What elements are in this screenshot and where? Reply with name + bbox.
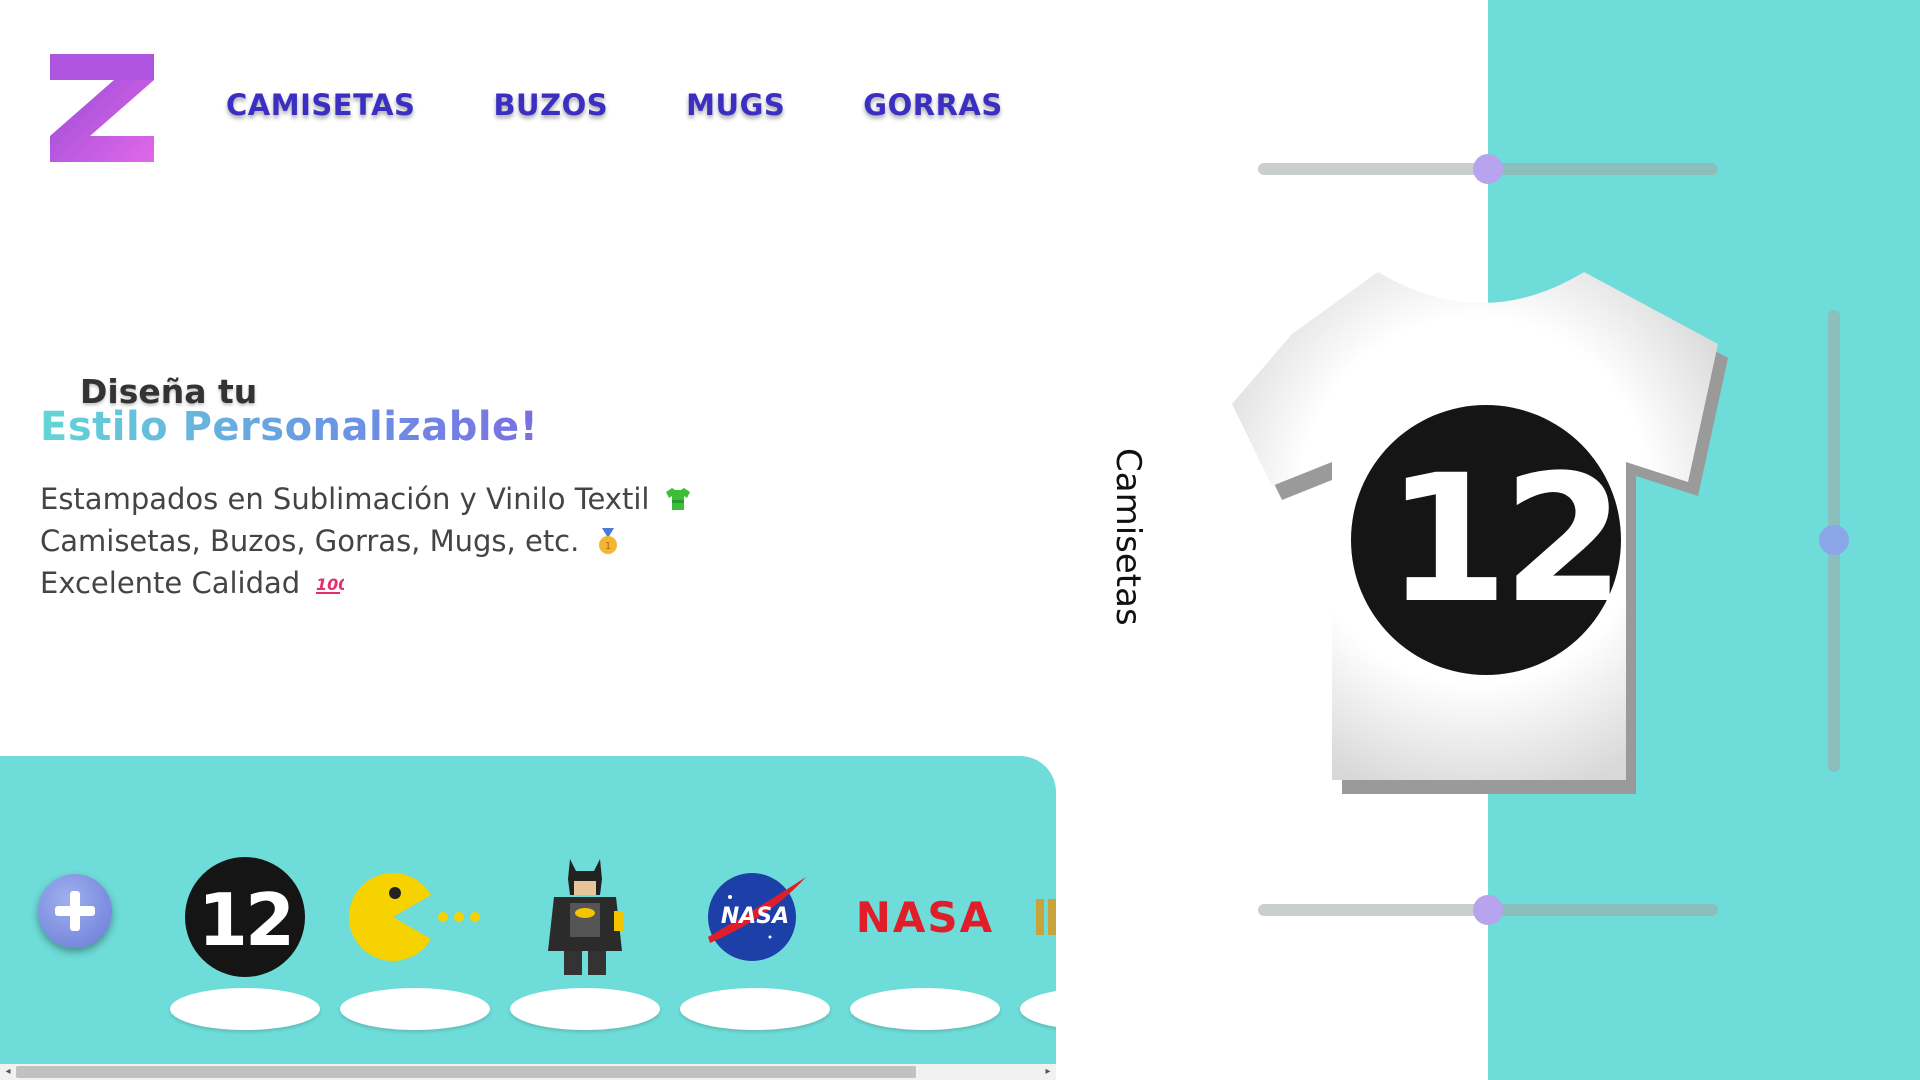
scroll-left-arrow-icon[interactable]: ◂: [0, 1064, 16, 1080]
gallery-12-text: 12: [197, 878, 295, 962]
lego-batman-design-icon: [548, 859, 624, 975]
svg-text:1: 1: [605, 541, 611, 552]
gallery-item[interactable]: [340, 852, 490, 1032]
vertical-slider-knob[interactable]: [1819, 525, 1849, 555]
nav-camisetas[interactable]: CAMISETAS: [226, 88, 415, 122]
logo-z-icon[interactable]: [42, 50, 162, 170]
medal-emoji-icon: 1: [599, 528, 618, 554]
pedestal: [680, 988, 830, 1030]
svg-text:100: 100: [316, 575, 344, 594]
pedestal: [340, 988, 490, 1030]
gallery-item[interactable]: [510, 852, 660, 1032]
pedestal: [850, 988, 1000, 1030]
gallery-item[interactable]: NASA: [850, 852, 1000, 1032]
nav-mugs[interactable]: MUGS: [686, 88, 785, 122]
pacman-design-icon: [348, 873, 480, 961]
tshirt-emoji-icon: [666, 488, 691, 510]
add-design-button[interactable]: [38, 874, 112, 948]
top-slider-knob[interactable]: [1473, 154, 1503, 184]
scrollbar-thumb[interactable]: [16, 1066, 916, 1078]
hundred-points-emoji-icon: 100: [316, 575, 344, 594]
shirt-print-number: 12: [1386, 437, 1625, 642]
bottom-slider-knob[interactable]: [1473, 895, 1503, 925]
pedestal: [170, 988, 320, 1030]
nav-buzos[interactable]: BUZOS: [493, 88, 608, 122]
scroll-right-arrow-icon[interactable]: ▸: [1040, 1064, 1056, 1080]
nasa-meatball-text: NASA: [720, 904, 790, 929]
category-label: Camisetas: [1108, 448, 1148, 626]
pedestal: [1020, 988, 1056, 1030]
gallery-item-partial[interactable]: [1020, 852, 1056, 1032]
plus-icon: [55, 891, 95, 931]
desc-line-2: Camisetas, Buzos, Gorras, Mugs, etc.: [40, 524, 580, 558]
nav-gorras[interactable]: GORRAS: [863, 88, 1002, 122]
pedestal: [510, 988, 660, 1030]
gallery-item[interactable]: 12: [170, 852, 320, 1032]
desc-line-3: Excelente Calidad: [40, 566, 301, 600]
main-nav: CAMISETAS BUZOS MUGS GORRAS: [226, 88, 1081, 122]
partial-design-icon: [1036, 899, 1056, 935]
hero-title: Estilo Personalizable!: [40, 404, 539, 450]
design-gallery[interactable]: 12 NASA NASA: [0, 756, 1056, 1068]
gallery-item[interactable]: NASA: [680, 852, 830, 1032]
nasa-worm-text: NASA: [855, 892, 995, 942]
hero-description: Estampados en Sublimación y Vinilo Texti…: [40, 478, 693, 604]
desc-line-1: Estampados en Sublimación y Vinilo Texti…: [40, 482, 650, 516]
